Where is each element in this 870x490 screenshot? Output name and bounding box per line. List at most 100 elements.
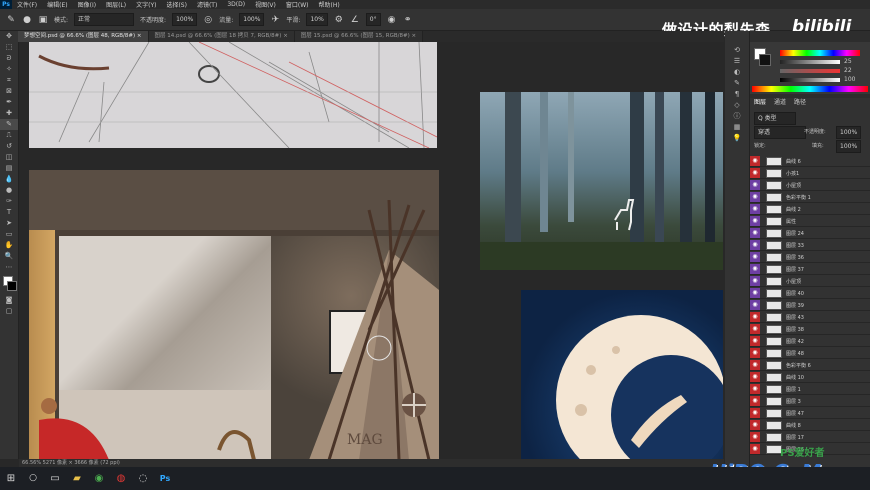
- photoshop-icon[interactable]: Ps: [154, 467, 176, 490]
- brush-preset-icon[interactable]: ●: [22, 15, 32, 25]
- fill-field[interactable]: 100%: [836, 140, 862, 153]
- symmetry-icon[interactable]: ⚭: [403, 15, 413, 25]
- mode-select[interactable]: 正常: [74, 13, 135, 26]
- adjustments-panel-icon[interactable]: ◐: [725, 67, 749, 78]
- visibility-eye-icon[interactable]: ◉: [750, 348, 760, 358]
- stamp-tool-icon[interactable]: ⎍: [0, 130, 18, 141]
- history-brush-icon[interactable]: ↺: [0, 141, 18, 152]
- menu-window[interactable]: 窗口(W): [281, 0, 314, 9]
- visibility-eye-icon[interactable]: ◉: [750, 288, 760, 298]
- menu-view[interactable]: 视图(V): [250, 0, 281, 9]
- visibility-eye-icon[interactable]: ◉: [750, 372, 760, 382]
- visibility-eye-icon[interactable]: ◉: [750, 228, 760, 238]
- visibility-eye-icon[interactable]: ◉: [750, 192, 760, 202]
- visibility-eye-icon[interactable]: ◉: [750, 252, 760, 262]
- layer-row[interactable]: ◉ 图层 1: [750, 384, 870, 395]
- menu-edit[interactable]: 编辑(E): [42, 0, 72, 9]
- room-tent-image[interactable]: MAG: [29, 170, 439, 459]
- info-panel-icon[interactable]: ⓘ: [725, 111, 749, 122]
- canvas-area[interactable]: MAG: [19, 42, 724, 459]
- layer-row[interactable]: ◉ 小屋顶: [750, 276, 870, 287]
- history-panel-icon[interactable]: ⟲: [725, 45, 749, 56]
- menu-help[interactable]: 帮助(H): [314, 0, 345, 9]
- menu-layer[interactable]: 图层(L): [101, 0, 131, 9]
- photoshop-logo-icon[interactable]: Ps: [0, 0, 12, 9]
- layer-row[interactable]: ◉ 图层 3: [750, 396, 870, 407]
- file-explorer-icon[interactable]: ▰: [66, 467, 88, 490]
- sketch-image[interactable]: [29, 42, 437, 148]
- lasso-tool-icon[interactable]: ᘐ: [0, 53, 18, 64]
- brush-tool-icon[interactable]: ✎: [6, 15, 16, 25]
- zoom-tool-icon[interactable]: 🔍: [0, 251, 18, 262]
- menu-image[interactable]: 图像(I): [73, 0, 101, 9]
- path-select-icon[interactable]: ➤: [0, 218, 18, 229]
- visibility-eye-icon[interactable]: ◉: [750, 432, 760, 442]
- move-tool-icon[interactable]: ✥: [0, 31, 18, 42]
- qq-icon[interactable]: ◌: [132, 467, 154, 490]
- lightbulb-panel-icon[interactable]: 💡: [725, 133, 749, 144]
- more-tools-icon[interactable]: ⋯: [0, 262, 18, 273]
- tab-paths[interactable]: 路径: [794, 98, 806, 108]
- layer-row[interactable]: ◉ 色彩平衡 6: [750, 360, 870, 371]
- pressure-size-icon[interactable]: ◉: [387, 15, 397, 25]
- tab-channels[interactable]: 通道: [774, 98, 786, 108]
- visibility-eye-icon[interactable]: ◉: [750, 264, 760, 274]
- layer-row[interactable]: ◉ 曲线 6: [750, 156, 870, 167]
- tab-layers[interactable]: 图层: [754, 98, 766, 108]
- screen-mode-icon[interactable]: ▢: [0, 306, 18, 317]
- layer-row[interactable]: ◉ 图层 24: [750, 228, 870, 239]
- menu-filter[interactable]: 滤镜(T): [192, 0, 222, 9]
- brightness-slider[interactable]: [780, 60, 840, 64]
- search-icon[interactable]: ○: [22, 467, 44, 490]
- libraries-panel-icon[interactable]: ▦: [725, 122, 749, 133]
- quick-mask-icon[interactable]: ◙: [0, 295, 18, 306]
- layer-row[interactable]: ◉ 曲线 8: [750, 420, 870, 431]
- color-swatches[interactable]: [0, 273, 18, 295]
- eyedropper-tool-icon[interactable]: ✒: [0, 97, 18, 108]
- blur-tool-icon[interactable]: 💧: [0, 174, 18, 185]
- blend-mode-select[interactable]: 穿透: [754, 126, 806, 139]
- visibility-eye-icon[interactable]: ◉: [750, 312, 760, 322]
- moon-giraffe-image[interactable]: [521, 290, 723, 459]
- layer-row[interactable]: ◉ 属性: [750, 216, 870, 227]
- menu-select[interactable]: 选择(S): [161, 0, 192, 9]
- layer-row[interactable]: ◉ 图层 38: [750, 324, 870, 335]
- background-color[interactable]: [7, 281, 17, 291]
- pressure-opacity-icon[interactable]: ◎: [203, 15, 213, 25]
- forest-deer-image[interactable]: [480, 92, 723, 270]
- layer-row[interactable]: ◉ 图层 42: [750, 336, 870, 347]
- quick-select-tool-icon[interactable]: ✧: [0, 64, 18, 75]
- saturation-slider[interactable]: [780, 69, 840, 73]
- chrome-icon[interactable]: ◉: [88, 467, 110, 490]
- layer-row[interactable]: ◉ 色彩平衡 1: [750, 192, 870, 203]
- layer-row[interactable]: ◉ 图层 37: [750, 264, 870, 275]
- visibility-eye-icon[interactable]: ◉: [750, 396, 760, 406]
- visibility-eye-icon[interactable]: ◉: [750, 360, 760, 370]
- task-view-icon[interactable]: ▭: [44, 467, 66, 490]
- pen-tool-icon[interactable]: ✑: [0, 196, 18, 207]
- layer-row[interactable]: ◉ 曲线 10: [750, 372, 870, 383]
- brush-tool-icon-side[interactable]: ✎: [0, 119, 18, 130]
- tab-document-1[interactable]: 梦想空间.psd @ 66.6% (图层 48, RGB/8#) ×: [18, 31, 149, 42]
- dodge-tool-icon[interactable]: ●: [0, 185, 18, 196]
- menu-type[interactable]: 文字(Y): [131, 0, 161, 9]
- color-ramp[interactable]: [752, 86, 868, 92]
- layer-opacity-field[interactable]: 100%: [836, 126, 862, 139]
- visibility-eye-icon[interactable]: ◉: [750, 408, 760, 418]
- hand-tool-icon[interactable]: ✋: [0, 240, 18, 251]
- airbrush-icon[interactable]: ✈: [270, 15, 280, 25]
- visibility-eye-icon[interactable]: ◉: [750, 324, 760, 334]
- healing-tool-icon[interactable]: ✚: [0, 108, 18, 119]
- layer-row[interactable]: ◉ 图层 33: [750, 240, 870, 251]
- color-background-swatch[interactable]: [759, 54, 771, 66]
- tab-document-3[interactable]: 图层 15.psd @ 66.6% (图层 15, RGB/8#) ×: [294, 31, 424, 42]
- flow-field[interactable]: 100%: [239, 13, 265, 26]
- visibility-eye-icon[interactable]: ◉: [750, 240, 760, 250]
- windows-icon[interactable]: ⊞: [0, 467, 22, 490]
- angle-field[interactable]: 0°: [365, 13, 381, 26]
- hue-slider[interactable]: [780, 50, 860, 56]
- visibility-eye-icon[interactable]: ◉: [750, 300, 760, 310]
- layer-row[interactable]: ◉ 图层 47: [750, 408, 870, 419]
- paragraph-panel-icon[interactable]: ¶: [725, 89, 749, 100]
- layer-row[interactable]: ◉ 小屋顶: [750, 180, 870, 191]
